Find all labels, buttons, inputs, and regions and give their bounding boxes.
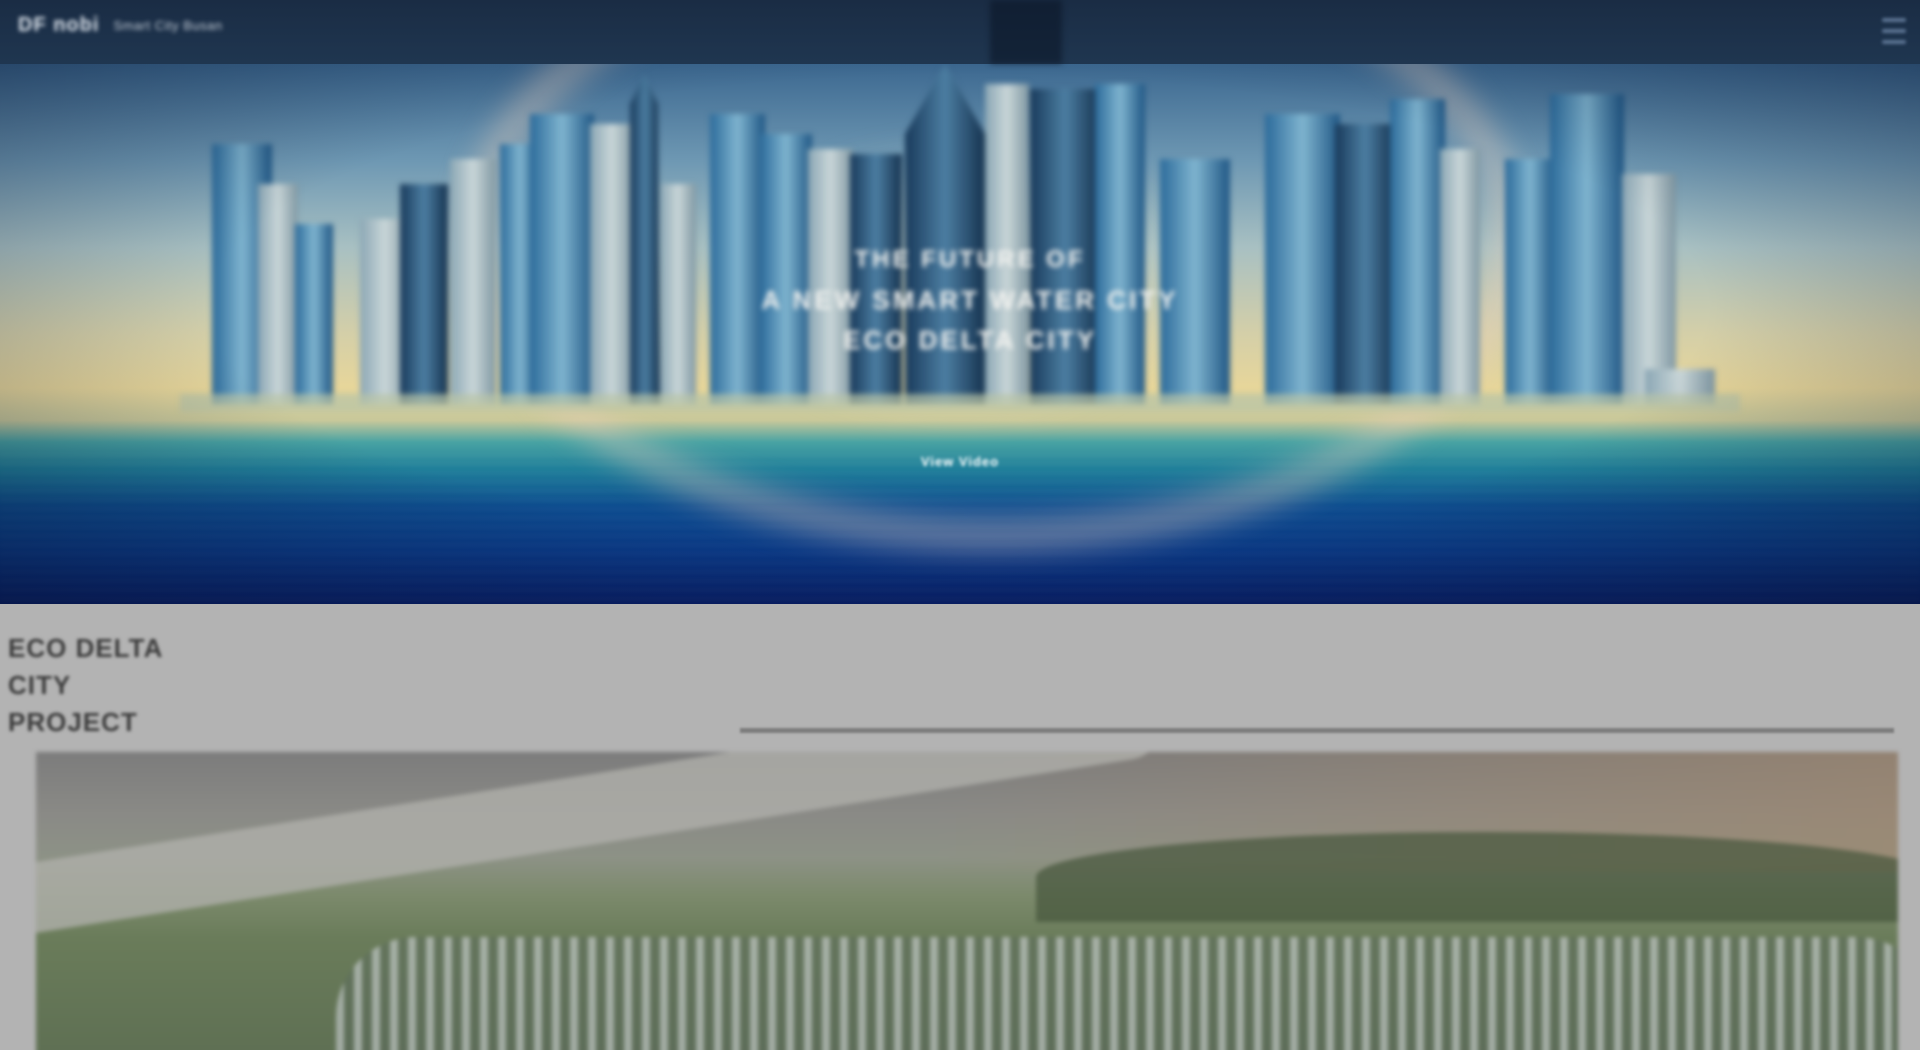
site-logo[interactable]: DF nobi Smart City Busan xyxy=(18,14,223,37)
project-title: ECO DELTA CITY PROJECT xyxy=(8,630,163,741)
page: DF nobi Smart City Busan THE FUTURE OF A… xyxy=(0,0,1920,1050)
section-divider xyxy=(740,728,1894,733)
hamburger-menu-icon[interactable] xyxy=(1882,18,1906,44)
hero-headline: THE FUTURE OF A NEW SMART WATER CITY ECO… xyxy=(760,240,1180,360)
project-title-line-3: PROJECT xyxy=(8,707,138,737)
logo-text: DF nobi xyxy=(18,14,100,36)
aerial-city-image xyxy=(36,752,1898,1050)
menu-bar xyxy=(1882,18,1906,22)
logo-subtitle: Smart City Busan xyxy=(113,18,223,33)
view-video-link[interactable]: View Video xyxy=(898,454,1022,469)
top-navigation-bar: DF nobi Smart City Busan xyxy=(0,0,1920,64)
menu-bar xyxy=(1882,29,1906,33)
hero-banner: THE FUTURE OF A NEW SMART WATER CITY ECO… xyxy=(0,64,1920,604)
menu-bar xyxy=(1882,40,1906,44)
distant-hills xyxy=(1036,832,1898,922)
hero-line-1: THE FUTURE OF xyxy=(854,246,1086,273)
project-title-line-2: CITY xyxy=(8,670,72,700)
project-title-line-1: ECO DELTA xyxy=(8,633,164,663)
active-nav-indicator xyxy=(990,0,1062,64)
project-section: ECO DELTA CITY PROJECT xyxy=(0,604,1920,1050)
city-blocks xyxy=(336,937,1898,1050)
hero-line-3: ECO DELTA CITY xyxy=(843,325,1097,355)
hero-line-2: A NEW SMART WATER CITY xyxy=(761,285,1179,315)
